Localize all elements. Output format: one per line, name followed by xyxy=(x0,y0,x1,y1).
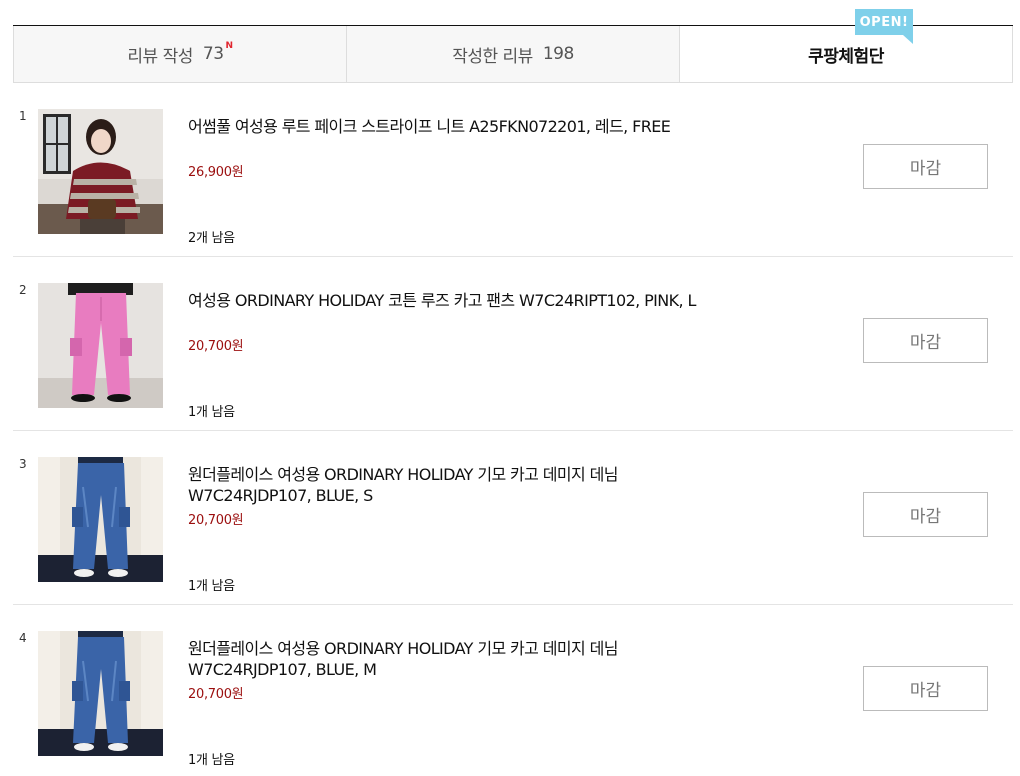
item-rank: 4 xyxy=(19,631,27,645)
remaining-count: 1개 남음 xyxy=(188,753,235,768)
tab-coupang-experience[interactable]: 쿠팡체험단 xyxy=(679,26,1013,82)
woman-striped-knit-photo xyxy=(38,109,163,234)
tab-label: 리뷰 작성 xyxy=(127,46,193,67)
remaining-count: 1개 남음 xyxy=(188,579,235,594)
blue-denim-cargo-photo xyxy=(38,457,163,582)
product-title[interactable]: 여성용 ORDINARY HOLIDAY 코튼 루즈 카고 팬츠 W7C24RI… xyxy=(188,290,708,311)
item-rank: 3 xyxy=(19,457,27,471)
tab-write-review[interactable]: 리뷰 작성 73 N xyxy=(13,26,346,82)
closed-button[interactable]: 마감 xyxy=(863,144,988,189)
remaining-count: 1개 남음 xyxy=(188,405,235,420)
list-item: 3 원더플레이스 여성용 ORDINARY HOLIDAY 기모 카고 데미지 … xyxy=(13,431,1013,605)
blue-denim-cargo-photo xyxy=(38,631,163,756)
remaining-count: 2개 남음 xyxy=(188,231,235,246)
list-item: 1 어썸풀 여성용 루트 페이크 스트라이프 니트 A25FKN072201, … xyxy=(13,83,1013,257)
new-badge: N xyxy=(225,41,234,51)
item-rank: 1 xyxy=(19,109,27,123)
product-image[interactable] xyxy=(38,457,163,582)
product-price: 26,900원 xyxy=(188,165,244,180)
closed-button[interactable]: 마감 xyxy=(863,318,988,363)
tab-label: 작성한 리뷰 xyxy=(452,46,533,67)
open-badge-tail xyxy=(903,35,913,44)
product-image[interactable] xyxy=(38,631,163,756)
tab-count: 73 xyxy=(202,44,224,64)
item-rank: 2 xyxy=(19,283,27,297)
product-image[interactable] xyxy=(38,283,163,408)
product-title[interactable]: 원더플레이스 여성용 ORDINARY HOLIDAY 기모 카고 데미지 데님… xyxy=(188,638,708,680)
product-price: 20,700원 xyxy=(188,513,244,528)
product-image[interactable] xyxy=(38,109,163,234)
list-item: 2 여성용 ORDINARY HOLIDAY 코튼 루즈 카고 팬츠 W7C24… xyxy=(13,257,1013,431)
product-list: 1 어썸풀 여성용 루트 페이크 스트라이프 니트 A25FKN072201, … xyxy=(13,83,1013,776)
closed-button[interactable]: 마감 xyxy=(863,666,988,711)
tab-label: 쿠팡체험단 xyxy=(808,46,884,67)
open-badge: OPEN! xyxy=(855,9,913,35)
product-title[interactable]: 원더플레이스 여성용 ORDINARY HOLIDAY 기모 카고 데미지 데님… xyxy=(188,464,708,506)
product-title[interactable]: 어썸풀 여성용 루트 페이크 스트라이프 니트 A25FKN072201, 레드… xyxy=(188,116,708,137)
product-price: 20,700원 xyxy=(188,339,244,354)
closed-button[interactable]: 마감 xyxy=(863,492,988,537)
tab-written-reviews[interactable]: 작성한 리뷰 198 xyxy=(346,26,679,82)
list-item: 4 원더플레이스 여성용 ORDINARY HOLIDAY 기모 카고 데미지 … xyxy=(13,605,1013,776)
pink-cargo-pants-photo xyxy=(38,283,163,408)
product-price: 20,700원 xyxy=(188,687,244,702)
tab-count: 198 xyxy=(542,44,574,64)
